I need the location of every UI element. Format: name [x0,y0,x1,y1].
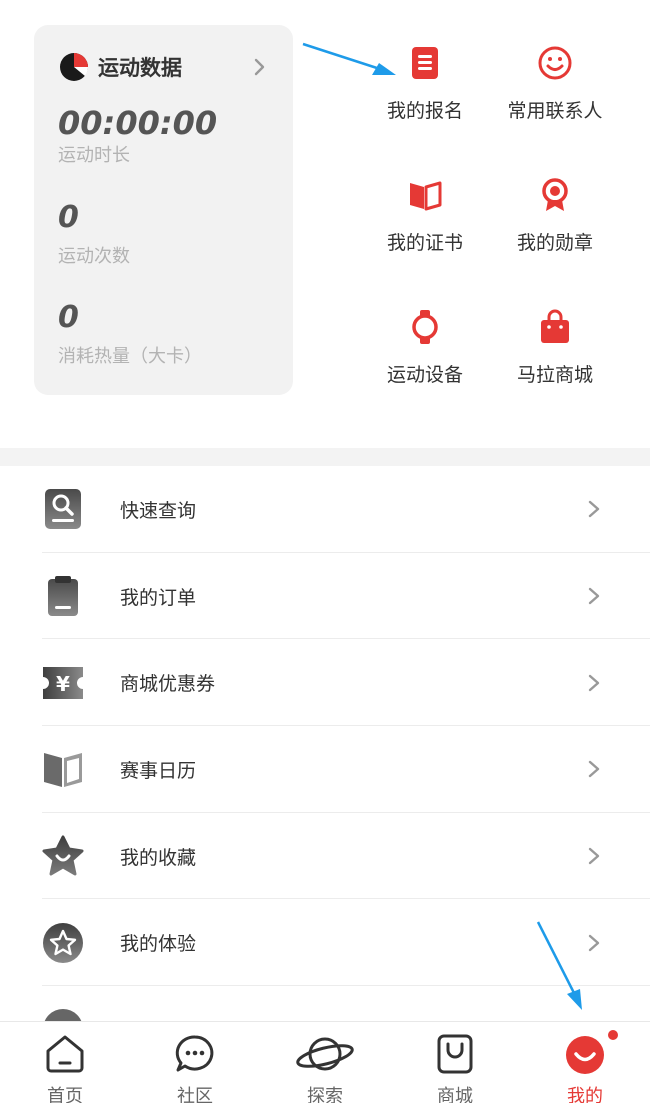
count-value: 0 [58,200,79,235]
duration-label: 运动时长 [58,145,130,166]
menu-label: 赛事日历 [120,759,197,782]
medal-icon [542,178,568,211]
quick-item-contacts[interactable]: 常用联系人 [490,44,620,123]
book-icon [44,753,82,788]
clipboard-icon [48,576,78,617]
nav-explore[interactable]: 探索 [260,1022,390,1103]
sport-data-header[interactable]: 运动数据 [58,49,269,85]
nav-label: 首页 [47,1086,83,1103]
quick-label: 马拉商城 [516,364,593,386]
watch-icon [412,310,438,344]
star-icon [42,835,84,876]
quick-item-mall[interactable]: 马拉商城 [490,308,620,387]
menu-item-quick-query[interactable]: 快速查询 [0,466,650,553]
bottom-nav: 首页 社区 探索 商城 我的 [0,1021,650,1103]
quick-label: 运动设备 [386,364,463,386]
home-icon [46,1035,84,1073]
nav-label: 社区 [177,1086,213,1103]
duration-value: 00:00:00 [58,104,218,142]
coupon-yen-icon: ¥ [43,666,83,699]
notification-dot [606,1028,620,1042]
quick-label: 常用联系人 [507,100,603,122]
quick-item-device[interactable]: 运动设备 [360,308,490,387]
nav-label: 探索 [307,1086,343,1103]
menu-label: 快速查询 [120,499,197,522]
menu-item-coupons[interactable]: ¥ 商城优惠券 [0,639,650,727]
quick-item-registration[interactable]: 我的报名 [360,44,490,123]
star-circle-icon [43,922,83,963]
menu-label: 我的订单 [120,586,197,609]
menu-label: 商城优惠券 [120,673,216,696]
menu-label: 我的体验 [120,933,197,956]
search-card-icon [45,489,81,530]
chevron-right-icon [588,587,600,605]
calories-value: 0 [58,300,79,335]
planet-icon [296,1037,354,1071]
nav-home[interactable]: 首页 [0,1022,130,1103]
menu-item-experience[interactable]: 我的体验 [0,899,650,987]
quick-label: 我的勋章 [516,232,593,254]
bag-icon [437,1034,473,1074]
document-icon [412,47,438,79]
shopping-bag-icon [541,309,569,343]
nav-mall[interactable]: 商城 [390,1022,520,1103]
menu-item-event-calendar[interactable]: 赛事日历 [0,726,650,813]
chevron-right-icon [588,501,600,518]
chevron-right-icon [588,761,600,778]
chevron-right-icon [588,674,600,691]
quick-item-medal[interactable]: 我的勋章 [490,176,620,255]
menu-item-favorites[interactable]: 我的收藏 [0,813,650,900]
nav-community[interactable]: 社区 [130,1022,260,1103]
pie-chart-icon [60,53,89,81]
sport-data-card[interactable]: 运动数据 00:00:00 运动时长 0 运动次数 0 消耗热量（大卡） [34,25,293,395]
certificate-book-icon [410,181,442,211]
chat-bubble-icon [175,1035,214,1072]
menu-list: 快速查询 我的订单 ¥ 商城优惠券 赛事日历 我的收藏 我的体验 [0,466,650,1073]
svg-text:¥: ¥ [56,672,70,696]
quick-label: 我的报名 [386,100,463,122]
quick-item-certificate[interactable]: 我的证书 [360,176,490,255]
menu-item-orders[interactable]: 我的订单 [0,553,650,640]
smile-profile-icon [566,1036,604,1074]
calories-label: 消耗热量（大卡） [58,346,202,367]
chevron-right-icon [254,58,265,76]
nav-profile[interactable]: 我的 [520,1022,650,1103]
nav-label: 我的 [567,1086,603,1103]
chevron-right-icon [588,934,600,951]
smiley-icon [538,46,572,80]
menu-label: 我的收藏 [120,846,197,869]
chevron-right-icon [588,847,600,865]
sport-data-title: 运动数据 [98,56,182,80]
nav-label: 商城 [437,1086,473,1103]
count-label: 运动次数 [58,246,130,267]
quick-label: 我的证书 [386,232,463,254]
section-divider [0,448,650,466]
